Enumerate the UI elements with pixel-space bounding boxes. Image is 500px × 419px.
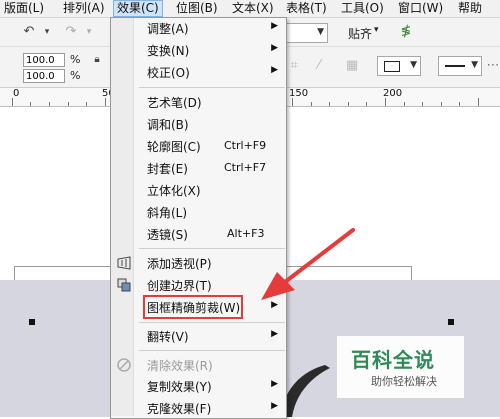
node-icon[interactable]: ⌗ <box>285 57 303 75</box>
submenu-arrow-icon: ▶ <box>271 401 278 411</box>
menu-bar: 版面(L) 排列(A) 效果(C) 位图(B) 文本(X) 表格(T) 工具(O… <box>0 0 500 18</box>
menu-help[interactable]: 帮助 <box>458 0 482 17</box>
options-icon[interactable]: ≸ <box>397 23 415 41</box>
ruler-label: 0 <box>13 88 20 99</box>
menu-separator <box>139 350 285 351</box>
chevron-down-icon: ▼ <box>410 60 417 70</box>
redo-icon[interactable]: ↷ <box>62 23 80 41</box>
outline-width-combo[interactable]: ▼ <box>438 56 482 76</box>
submenu-arrow-icon: ▶ <box>271 379 278 389</box>
red-arrow-annotation <box>261 228 355 300</box>
menu-item-label: 克隆效果(F) <box>147 402 212 416</box>
menu-item-copy-effect[interactable]: 复制效果(Y) ▶ <box>111 375 286 397</box>
menu-item-label: 艺术笔(D) <box>147 96 202 110</box>
zoom-combo[interactable]: ▼ <box>286 23 328 43</box>
submenu-arrow-icon: ▶ <box>271 21 278 31</box>
menu-item-clone-effect[interactable]: 克隆效果(F) ▶ <box>111 397 286 419</box>
menu-item-label: 翻转(V) <box>147 330 189 344</box>
scale-y-field[interactable]: 100.0 <box>23 69 65 83</box>
line-width-icon <box>445 65 465 67</box>
selection-handle[interactable] <box>29 319 35 325</box>
menu-item-adjust[interactable]: 调整(A) ▶ <box>111 17 286 39</box>
menu-item-label: 创建边界(T) <box>147 279 212 293</box>
menu-bitmaps[interactable]: 位图(B) <box>176 0 218 17</box>
menu-item-label: 校正(O) <box>147 66 190 80</box>
snap-to-label[interactable]: 贴齐 <box>348 25 372 42</box>
rectangle-icon <box>384 61 400 72</box>
menu-item-label: 清除效果(R) <box>147 359 213 373</box>
more-options-icon[interactable]: ⋯ <box>484 57 500 75</box>
menu-item-shortcut: Ctrl+F7 <box>224 161 267 174</box>
submenu-arrow-icon: ▶ <box>271 329 278 339</box>
menu-layout[interactable]: 版面(L) <box>4 0 44 17</box>
menu-separator <box>139 87 285 88</box>
scale-y-percent: % <box>70 69 81 82</box>
menu-item-envelope[interactable]: 封套(E) Ctrl+F7 <box>111 157 286 179</box>
menu-item-correction[interactable]: 校正(O) ▶ <box>111 61 286 83</box>
menu-item-extrude[interactable]: 立体化(X) <box>111 179 286 201</box>
menu-item-contour[interactable]: 轮廓图(C) Ctrl+F9 <box>111 135 286 157</box>
submenu-arrow-icon: ▶ <box>271 65 278 75</box>
selection-handle[interactable] <box>448 319 454 325</box>
menu-item-flip[interactable]: 翻转(V) ▶ <box>111 325 286 347</box>
menu-arrange[interactable]: 排列(A) <box>63 0 105 17</box>
menu-window[interactable]: 窗口(W) <box>398 0 443 17</box>
outline-start-combo[interactable]: ▼ <box>377 56 421 76</box>
menu-text[interactable]: 文本(X) <box>232 0 274 17</box>
menu-item-label: 立体化(X) <box>147 184 201 198</box>
chevron-down-icon: ▼ <box>471 60 478 70</box>
menu-item-artistic-media[interactable]: 艺术笔(D) <box>111 91 286 113</box>
highlight-box <box>143 295 243 319</box>
menu-item-label: 复制效果(Y) <box>147 380 212 394</box>
menu-tools[interactable]: 工具(O) <box>341 0 384 17</box>
menu-item-bevel[interactable]: 斜角(L) <box>111 201 286 223</box>
watermark-title: 百科全说 <box>351 348 435 372</box>
menu-item-label: 轮廓图(C) <box>147 140 201 154</box>
menu-item-label: 斜角(L) <box>147 206 188 220</box>
menu-effects[interactable]: 效果(C) <box>113 0 163 17</box>
scale-x-percent: % <box>70 53 81 66</box>
menu-item-label: 透镜(S) <box>147 228 188 242</box>
menu-item-label: 封套(E) <box>147 162 188 176</box>
line-icon[interactable]: ⁄ <box>310 57 328 75</box>
snap-dropdown-icon[interactable]: ▾ <box>374 25 379 35</box>
redo-dropdown-icon[interactable]: ▾ <box>80 23 98 41</box>
menu-table[interactable]: 表格(T) <box>286 0 327 17</box>
menu-item-label: 调和(B) <box>147 118 189 132</box>
watermark-subtitle: 助你轻松解决 <box>371 375 437 388</box>
menu-item-label: 变换(N) <box>147 44 190 58</box>
menu-item-transform[interactable]: 变换(N) ▶ <box>111 39 286 61</box>
menu-separator <box>139 322 285 323</box>
convert-icon[interactable]: ▦ <box>343 57 361 75</box>
menu-item-label: 调整(A) <box>147 22 189 36</box>
watermark-logo: 百科全说 助你轻松解决 <box>337 336 464 398</box>
menu-item-clear-effect[interactable]: 清除效果(R) <box>111 354 286 376</box>
scale-x-field[interactable]: 100.0 <box>23 53 65 67</box>
menu-item-label: 添加透视(P) <box>147 257 212 271</box>
undo-icon[interactable]: ↶ <box>20 23 38 41</box>
undo-dropdown-icon[interactable]: ▾ <box>38 23 56 41</box>
lock-ratio-icon[interactable]: 🔒︎ <box>88 51 106 69</box>
chevron-down-icon: ▼ <box>317 27 324 37</box>
menu-item-shortcut: Ctrl+F9 <box>224 139 267 152</box>
submenu-arrow-icon: ▶ <box>271 43 278 53</box>
menu-item-blend[interactable]: 调和(B) <box>111 113 286 135</box>
